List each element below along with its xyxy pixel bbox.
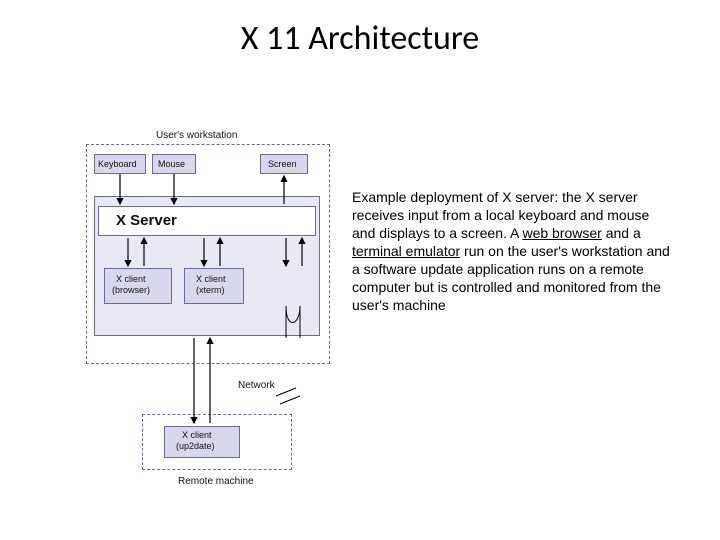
slide: X 11 Architecture User's workstation Key… [0,0,720,540]
label-xclient-remote-1: X client [182,430,212,440]
label-xclient-xterm-1: X client [196,274,226,284]
link-terminal-emulator[interactable]: terminal emulator [352,243,460,259]
label-network: Network [238,380,275,391]
label-xclient-xterm-2: (xterm) [196,285,225,295]
label-keyboard: Keyboard [98,159,137,169]
label-xclient-browser-2: (browser) [112,285,150,295]
description-paragraph: Example deployment of X server: the X se… [352,188,672,314]
label-user-workstation: User's workstation [156,130,237,141]
desc-text-2: and a [602,225,641,241]
label-mouse: Mouse [158,159,185,169]
label-remote-machine: Remote machine [178,476,254,487]
architecture-diagram: User's workstation Keyboard Mouse Screen… [86,130,332,500]
label-screen: Screen [268,159,297,169]
label-xserver: X Server [116,212,177,229]
link-web-browser[interactable]: web browser [522,225,601,241]
label-xclient-remote-2: (up2date) [176,441,215,451]
label-xclient-browser-1: X client [116,274,146,284]
page-title: X 11 Architecture [0,18,720,59]
